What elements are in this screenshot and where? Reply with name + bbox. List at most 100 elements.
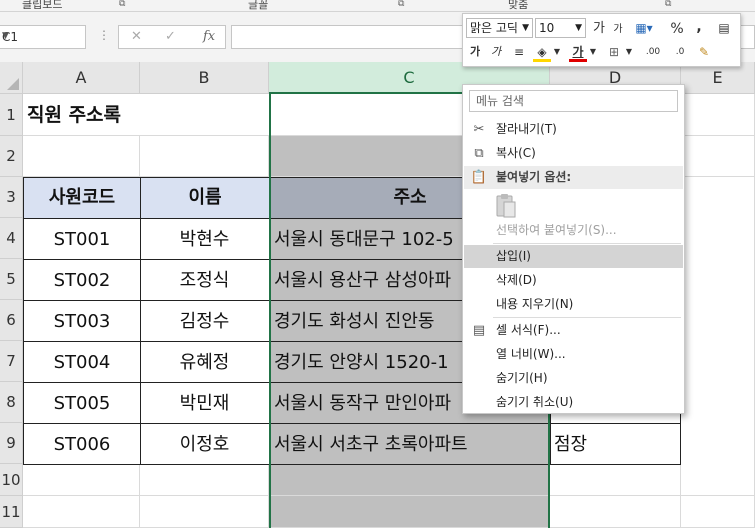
employee-name-cell[interactable]: 이정호 <box>140 424 270 465</box>
clipboard-dialog-launcher-icon[interactable]: ⧉ <box>119 0 129 9</box>
employee-code-cell[interactable]: ST004 <box>23 342 141 383</box>
menu-item-label: 숨기기 취소(U) <box>496 395 574 409</box>
chevron-down-icon[interactable]: ▼ <box>625 42 633 62</box>
row-header-8[interactable]: 8 <box>0 382 23 423</box>
row-header-9[interactable]: 9 <box>0 423 23 464</box>
employee-name-cell[interactable]: 김정수 <box>140 301 270 342</box>
row-header-6[interactable]: 6 <box>0 300 23 341</box>
header-name-cell[interactable]: 이름 <box>140 177 270 219</box>
row-header-4[interactable]: 4 <box>0 218 23 259</box>
menu-search-input[interactable]: 메뉴 검색 <box>469 90 678 112</box>
decrease-decimal-icon[interactable]: .0 <box>669 42 691 62</box>
header-code-cell[interactable]: 사원코드 <box>23 177 141 219</box>
chevron-down-icon[interactable]: ▼ <box>553 42 561 62</box>
menu-item-delete[interactable]: 삭제(D) <box>464 269 683 292</box>
decrease-font-size-icon[interactable]: 가 <box>611 20 625 40</box>
cell-a10[interactable] <box>23 465 140 496</box>
font-name-select[interactable]: 맑은 고딕 ▼ <box>466 18 533 38</box>
menu-item-cut[interactable]: ✂ 잘라내기(T) <box>464 118 683 141</box>
employee-name-cell[interactable]: 조정식 <box>140 260 270 301</box>
menu-item-insert[interactable]: 삽입(I) <box>464 245 683 268</box>
mini-toolbar: 맑은 고딕 ▼ 10 ▼ 가 가 ▦▾ % , ▤ 가 가 ≡ ◈ ▼ 가 ▼ … <box>462 13 741 67</box>
enter-icon[interactable]: ✓ <box>165 29 176 44</box>
alignment-group-label: 맞춤 <box>508 0 529 11</box>
column-header-b[interactable]: B <box>140 62 269 94</box>
cell-e1[interactable] <box>681 94 755 136</box>
chevron-down-icon[interactable]: ▼ <box>2 31 81 41</box>
font-name-value: 맑은 고딕 <box>470 21 518 35</box>
menu-item-label: 잘라내기(T) <box>496 122 557 136</box>
scissors-icon: ✂ <box>473 122 485 137</box>
alignment-dialog-launcher-icon[interactable]: ⧉ <box>665 0 675 9</box>
fill-color-icon[interactable]: ◈ <box>533 42 551 62</box>
row-header-11[interactable]: 11 <box>0 496 23 528</box>
menu-item-label: 셀 서식(F)... <box>496 323 561 337</box>
cell-d10[interactable] <box>550 465 681 496</box>
cell-e11[interactable] <box>681 496 755 528</box>
percent-style-icon[interactable]: % <box>669 19 685 39</box>
insert-function-icon[interactable]: fx <box>203 29 215 44</box>
employee-code-cell[interactable]: ST001 <box>23 219 141 260</box>
format-table-icon[interactable]: ▤ <box>713 18 735 38</box>
employee-extra-cell[interactable]: 점장 <box>550 424 681 465</box>
chevron-down-icon[interactable]: ▼ <box>589 42 597 62</box>
menu-item-label: 내용 지우기(N) <box>496 297 574 311</box>
cell-e10[interactable] <box>681 465 755 496</box>
menu-item-label: 삭제(D) <box>496 273 537 287</box>
cell-b11[interactable] <box>140 496 269 528</box>
paste-option-icon[interactable] <box>494 193 518 219</box>
increase-font-size-icon[interactable]: 가 <box>591 19 607 39</box>
copy-icon: ⧉ <box>474 146 484 161</box>
font-color-icon[interactable]: 가 <box>569 42 587 62</box>
select-all-button[interactable] <box>0 62 23 94</box>
cell-e2[interactable] <box>681 136 755 177</box>
employee-code-cell[interactable]: ST003 <box>23 301 141 342</box>
employee-address-cell[interactable]: 서울시 서초구 초록아파트 <box>269 424 551 465</box>
sheet-title-cell[interactable]: 직원 주소록 <box>23 94 269 136</box>
row-header-3[interactable]: 3 <box>0 177 23 218</box>
menu-item-column-width[interactable]: 열 너비(W)... <box>464 343 683 366</box>
menu-item-copy[interactable]: ⧉ 복사(C) <box>464 142 683 165</box>
row-header-1[interactable]: 1 <box>0 94 23 136</box>
menu-item-clear-contents[interactable]: 내용 지우기(N) <box>464 293 683 316</box>
menu-item-format-cells[interactable]: ▤ 셀 서식(F)... <box>464 319 683 342</box>
employee-code-cell[interactable]: ST002 <box>23 260 141 301</box>
cell-b10[interactable] <box>140 465 269 496</box>
cell-a11[interactable] <box>23 496 140 528</box>
cell-b2[interactable] <box>140 136 269 177</box>
more-options-icon[interactable]: ⋮ <box>98 28 110 42</box>
bold-icon[interactable]: 가 <box>468 42 482 62</box>
borders-icon[interactable]: ⊞ <box>605 42 623 62</box>
align-center-icon[interactable]: ≡ <box>511 42 527 62</box>
chevron-down-icon: ▼ <box>575 23 582 33</box>
employee-code-cell[interactable]: ST005 <box>23 383 141 424</box>
row-header-7[interactable]: 7 <box>0 341 23 382</box>
employee-name-cell[interactable]: 박현수 <box>140 219 270 260</box>
employee-name-cell[interactable]: 박민재 <box>140 383 270 424</box>
employee-code-cell[interactable]: ST006 <box>23 424 141 465</box>
cell-d11[interactable] <box>550 496 681 528</box>
cell-a2[interactable] <box>23 136 140 177</box>
font-group-label: 글꼴 <box>248 0 269 11</box>
increase-decimal-icon[interactable]: .00 <box>641 42 665 62</box>
employee-name-cell[interactable]: 유혜정 <box>140 342 270 383</box>
cell-c11[interactable] <box>269 496 550 528</box>
row-header-10[interactable]: 10 <box>0 464 23 496</box>
cell-e-range[interactable] <box>681 177 755 465</box>
accounting-format-icon[interactable]: ▦▾ <box>631 18 657 38</box>
column-header-a[interactable]: A <box>23 62 140 94</box>
italic-icon[interactable]: 가 <box>489 42 503 62</box>
menu-section-paste-options: 📋 붙여넣기 옵션: <box>464 166 683 189</box>
menu-item-unhide[interactable]: 숨기기 취소(U) <box>464 391 683 414</box>
cell-c10[interactable] <box>269 465 550 496</box>
menu-item-hide[interactable]: 숨기기(H) <box>464 367 683 390</box>
row-header-5[interactable]: 5 <box>0 259 23 300</box>
menu-item-paste-special[interactable]: 선택하여 붙여넣기(S)... <box>464 219 683 242</box>
name-box[interactable]: C1 ▼ <box>0 25 86 49</box>
row-header-2[interactable]: 2 <box>0 136 23 177</box>
format-painter-icon[interactable]: ✎ <box>695 42 713 62</box>
font-dialog-launcher-icon[interactable]: ⧉ <box>398 0 408 9</box>
cancel-icon[interactable]: ✕ <box>131 29 142 44</box>
comma-style-icon[interactable]: , <box>693 17 705 37</box>
font-size-select[interactable]: 10 ▼ <box>535 18 586 38</box>
